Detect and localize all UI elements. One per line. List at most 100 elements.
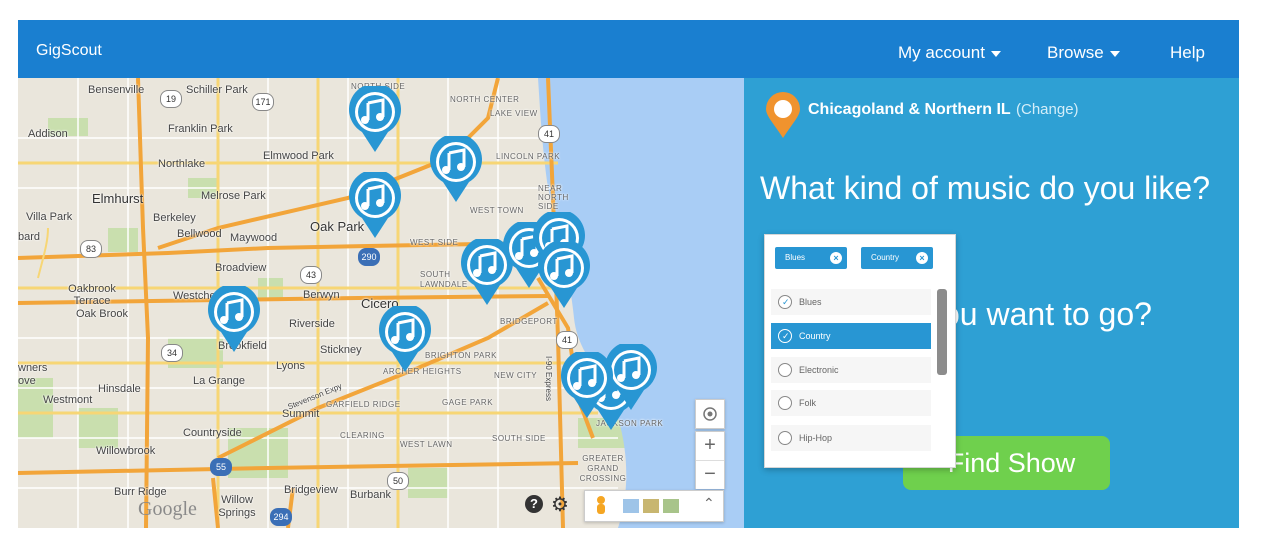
music-note-icon <box>349 172 401 238</box>
map-label: Melrose Park <box>201 190 266 202</box>
music-pin[interactable] <box>378 306 432 374</box>
route-shield: 83 <box>80 240 102 258</box>
map-label: Oak Brook <box>76 308 128 320</box>
app-frame: GigScout My account Browse Help Bensenvi… <box>18 20 1239 528</box>
remove-chip-icon[interactable]: × <box>830 252 842 264</box>
map-label: wners ove <box>18 362 48 387</box>
chevron-down-icon <box>990 50 1001 57</box>
neighborhood-label: GAGE PARK <box>442 398 494 407</box>
my-location-button[interactable] <box>695 399 725 429</box>
route-shield: 171 <box>252 93 274 111</box>
map-label: Schiller Park <box>186 84 248 96</box>
music-pin[interactable] <box>207 286 261 354</box>
genre-chip: Blues × <box>775 247 847 269</box>
neighborhood-label: WEST TOWN <box>470 206 524 215</box>
google-logo: Google <box>138 498 197 520</box>
neighborhood-label: NEAR NORTH SIDE <box>538 184 569 211</box>
music-note-icon <box>538 242 590 308</box>
genre-option-label: Folk <box>799 398 817 408</box>
chevron-down-icon <box>1109 50 1120 57</box>
map-type-selector[interactable]: ⌃ <box>584 490 724 522</box>
genre-option[interactable]: Folk <box>771 390 931 416</box>
map-label: Northlake <box>158 158 206 170</box>
music-pin[interactable] <box>348 172 402 240</box>
help-link[interactable]: Help <box>1170 43 1205 63</box>
neighborhood-label: NORTH CENTER <box>450 95 520 104</box>
genre-option-label: Country <box>799 331 831 341</box>
map-label: Westmont <box>43 394 93 406</box>
route-shield: 34 <box>161 344 183 362</box>
genre-option-label: Blues <box>799 297 822 307</box>
browse-menu[interactable]: Browse <box>1047 43 1120 63</box>
expand-icon[interactable]: ⌃ <box>703 495 715 512</box>
chip-label: Blues <box>785 253 806 262</box>
map-label: Berkeley <box>153 212 196 224</box>
map-label: Oakbrook Terrace <box>68 283 116 307</box>
map-label: Willowbrook <box>96 445 156 457</box>
check-icon: ✓ <box>782 331 790 341</box>
music-pin[interactable] <box>429 136 483 204</box>
region-name: Chicagoland & Northern IL <box>808 101 1011 118</box>
map-label: Willow Springs <box>218 494 256 519</box>
neighborhood-label: CLEARING <box>340 431 385 440</box>
map-label: Maywood <box>230 232 278 244</box>
location-pin-icon <box>766 92 800 138</box>
neighborhood-label: SOUTH SIDE <box>492 434 546 443</box>
genre-option[interactable]: ✓ Country <box>771 323 931 349</box>
map-label: Stickney <box>320 344 362 356</box>
dropdown-scrollbar[interactable] <box>937 289 947 375</box>
music-note-icon <box>208 286 260 352</box>
neighborhood-label: LINCOLN PARK <box>496 152 561 161</box>
music-pin[interactable] <box>348 86 402 154</box>
map-label: Bellwood <box>177 228 222 240</box>
check-icon: ✓ <box>782 297 790 307</box>
music-note-icon <box>379 306 431 372</box>
my-account-menu[interactable]: My account <box>898 43 1001 63</box>
neighborhood-label: GARFIELD RIDGE <box>326 400 401 409</box>
change-region-link[interactable]: (Change) <box>1016 101 1079 118</box>
zoom-in-button[interactable]: + <box>696 432 724 460</box>
map-label: Franklin Park <box>168 123 233 135</box>
music-question: What kind of music do you like? <box>760 170 1210 206</box>
map-label: Summit <box>282 408 320 420</box>
music-pin[interactable] <box>560 352 614 420</box>
map-view[interactable]: Bensenville Schiller Park Addison Frankl… <box>18 78 744 528</box>
genre-option-label: Hip-Hop <box>799 433 833 443</box>
target-icon <box>703 407 717 421</box>
neighborhood-label: BRIGHTON PARK <box>425 351 497 360</box>
empty-circle-icon <box>778 396 792 410</box>
browse-label: Browse <box>1047 43 1104 62</box>
zoom-out-button[interactable]: − <box>696 460 724 489</box>
route-shield: 294 <box>270 508 292 526</box>
route-shield: 43 <box>300 266 322 284</box>
music-note-icon <box>349 86 401 152</box>
music-pin[interactable] <box>537 242 591 310</box>
help-icon[interactable]: ? <box>525 495 543 513</box>
genre-option[interactable]: ✓ Blues <box>771 289 931 315</box>
neighborhood-label: NEW CITY <box>494 371 538 380</box>
app-logo[interactable]: GigScout <box>36 42 102 60</box>
music-note-icon <box>430 136 482 202</box>
map-label: La Grange <box>193 375 245 387</box>
map-label: bard <box>18 231 41 243</box>
genre-option[interactable]: Hip-Hop <box>771 425 931 451</box>
remove-chip-icon[interactable]: × <box>916 252 928 264</box>
map-label: Riverside <box>289 318 335 330</box>
map-label: Addison <box>28 128 68 140</box>
route-shield: 50 <box>387 472 409 490</box>
gear-icon[interactable]: ⚙ <box>551 492 569 517</box>
map-label: Burbank <box>350 489 391 501</box>
route-shield: 19 <box>160 90 182 108</box>
map-label: Elmhurst <box>92 191 144 206</box>
map-label: Burr Ridge <box>114 486 167 498</box>
map-label: Hinsdale <box>98 383 141 395</box>
route-shield: 41 <box>556 331 578 349</box>
empty-circle-icon <box>778 431 792 445</box>
genre-option[interactable]: Electronic <box>771 357 931 383</box>
location-question: ou want to go? <box>942 296 1152 332</box>
neighborhood-label: GREATER GRAND CROSSING <box>579 454 627 483</box>
map-label: Berwyn <box>303 289 340 301</box>
route-shield: 290 <box>358 248 380 266</box>
map-label: Countryside <box>183 427 242 439</box>
music-note-icon <box>561 352 613 418</box>
